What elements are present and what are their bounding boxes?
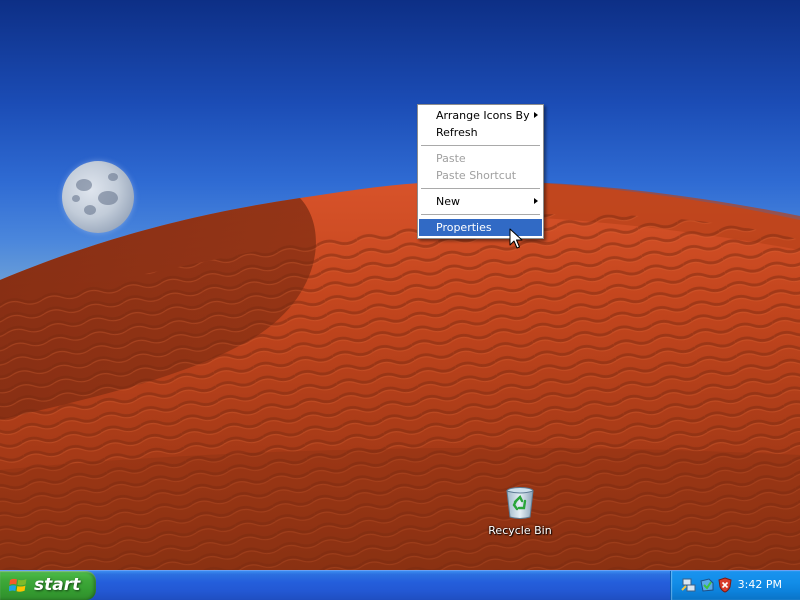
system-tray: 3:42 PM (670, 571, 800, 600)
menu-separator (421, 214, 540, 215)
recycle-bin-desktop-icon[interactable]: Recycle Bin (486, 486, 554, 537)
recycle-bin-label: Recycle Bin (488, 524, 552, 537)
menu-item-label: New (436, 195, 460, 208)
menu-item-label: Paste Shortcut (436, 169, 517, 182)
clock[interactable]: 3:42 PM (738, 578, 782, 591)
desktop-context-menu: Arrange Icons By Refresh Paste Paste Sho… (417, 104, 544, 239)
menu-item-paste-shortcut: Paste Shortcut (419, 167, 542, 184)
taskbar: start 3:42 PM (0, 570, 800, 600)
menu-item-new[interactable]: New (419, 193, 542, 210)
moon (62, 161, 134, 233)
start-button[interactable]: start (0, 571, 96, 600)
network-icon[interactable] (681, 577, 697, 593)
desktop[interactable]: Arrange Icons By Refresh Paste Paste Sho… (0, 0, 800, 570)
security-shield-icon[interactable] (717, 577, 733, 593)
submenu-arrow-icon (534, 198, 538, 204)
menu-item-label: Properties (436, 221, 492, 234)
start-label: start (34, 575, 81, 595)
menu-item-arrange-icons-by[interactable]: Arrange Icons By (419, 107, 542, 124)
submenu-arrow-icon (534, 112, 538, 118)
menu-item-label: Paste (436, 152, 466, 165)
update-icon[interactable] (699, 577, 715, 593)
menu-item-label: Arrange Icons By (436, 109, 530, 122)
menu-item-refresh[interactable]: Refresh (419, 124, 542, 141)
desktop-wallpaper (0, 180, 800, 570)
menu-item-paste: Paste (419, 150, 542, 167)
menu-item-properties[interactable]: Properties (419, 219, 542, 236)
windows-logo-icon (9, 578, 27, 592)
menu-separator (421, 145, 540, 146)
mouse-pointer-icon (509, 228, 523, 249)
menu-item-label: Refresh (436, 126, 478, 139)
menu-separator (421, 188, 540, 189)
recycle-bin-icon (506, 487, 534, 519)
